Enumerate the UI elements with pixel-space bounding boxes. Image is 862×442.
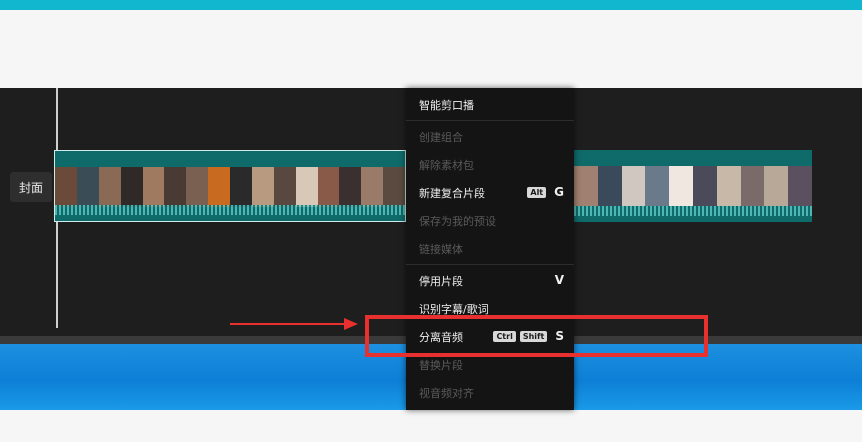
menu-separator — [406, 264, 574, 265]
menu-item-link-media: 链接媒体 — [419, 241, 463, 257]
clip-waveform — [574, 206, 812, 216]
context-menu: 智能剪口播 创建组合 解除素材包 新建复合片段 Alt G 保存为我的预设 链接媒… — [406, 88, 574, 410]
menu-item-label: 替换片段 — [419, 359, 463, 372]
menu-item-label: 视音频对齐 — [419, 387, 474, 400]
clip-thumbnails — [574, 166, 812, 206]
menu-item-label: 创建组合 — [419, 131, 463, 144]
menu-item-label: 链接媒体 — [419, 243, 463, 256]
header-area — [0, 10, 862, 88]
menu-item-smart-cut[interactable]: 智能剪口播 — [419, 97, 474, 113]
menu-item-replace-clip: 替换片段 — [419, 357, 463, 373]
menu-item-new-compound-clip[interactable]: 新建复合片段 Alt G — [419, 185, 564, 201]
menu-item-save-preset: 保存为我的预设 — [419, 213, 496, 229]
menu-item-disable-clip[interactable]: 停用片段 V — [419, 273, 564, 289]
cover-button[interactable]: 封面 — [10, 172, 52, 202]
video-clip-selected[interactable] — [54, 150, 406, 222]
menu-item-create-group: 创建组合 — [419, 129, 463, 145]
footer-area — [0, 410, 862, 442]
menu-item-label: 停用片段 — [419, 275, 463, 288]
shortcut-key-alt: Alt — [527, 186, 547, 198]
shortcut-letter: G — [554, 185, 564, 199]
arrow-right-icon — [230, 318, 358, 330]
clip-waveform — [55, 205, 405, 215]
menu-item-ungroup-package: 解除素材包 — [419, 157, 474, 173]
shortcut: V — [547, 273, 564, 287]
menu-separator — [406, 120, 574, 121]
menu-item-av-align: 视音频对齐 — [419, 385, 474, 401]
menu-item-label: 新建复合片段 — [419, 187, 485, 200]
highlight-box — [365, 315, 708, 357]
clip-thumbnails — [55, 167, 405, 207]
video-clip[interactable] — [574, 150, 812, 222]
shortcut: Alt G — [523, 185, 564, 199]
menu-item-label: 智能剪口播 — [419, 99, 474, 112]
shortcut-letter: V — [554, 273, 564, 287]
menu-item-label: 保存为我的预设 — [419, 215, 496, 228]
menu-item-label: 解除素材包 — [419, 159, 474, 172]
top-accent-bar — [0, 0, 862, 10]
